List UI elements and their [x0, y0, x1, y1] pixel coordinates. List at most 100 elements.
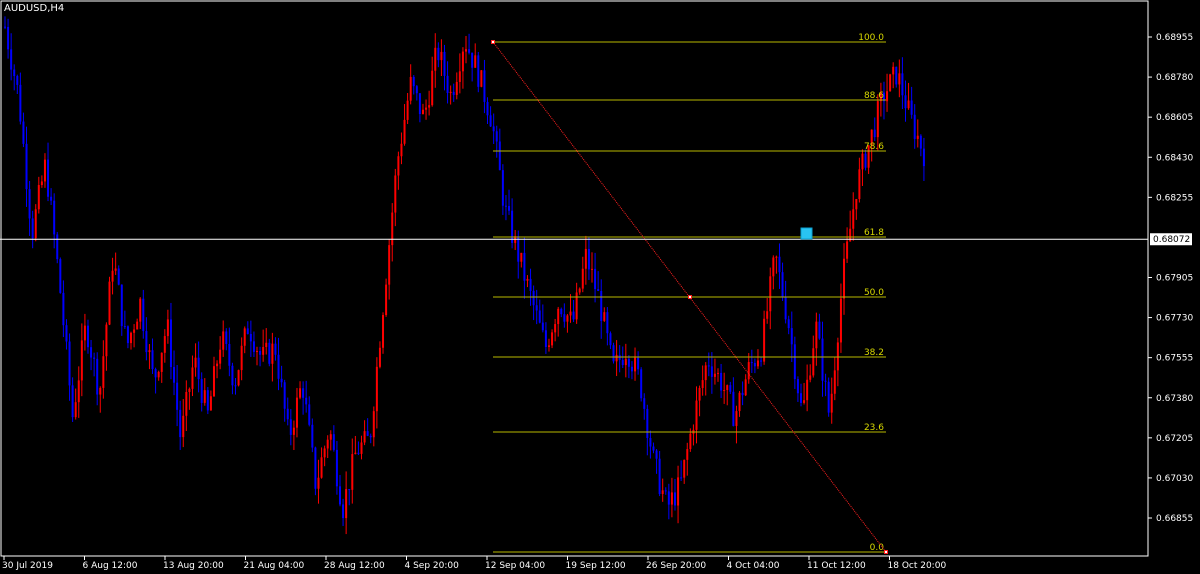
- candle-body: [471, 52, 474, 68]
- candle-body: [701, 380, 704, 389]
- candle-body: [557, 308, 560, 325]
- candle-body: [99, 387, 102, 395]
- candle-body: [861, 153, 864, 170]
- candle-body: [689, 433, 692, 450]
- candle-body: [726, 385, 729, 391]
- time-tick-label: 18 Oct 20:00: [888, 561, 947, 571]
- candle-body: [425, 107, 428, 110]
- symbol-label: AUDUSD,H4: [4, 3, 65, 14]
- candle-body: [495, 131, 498, 142]
- candle-body: [547, 345, 550, 347]
- candle-body: [280, 378, 283, 383]
- candle-body: [10, 49, 13, 70]
- candle-body: [13, 69, 16, 77]
- candle-body: [566, 315, 569, 322]
- candle-body: [136, 321, 139, 330]
- candle-body: [163, 336, 166, 353]
- fib-level-label: 38.2: [864, 348, 884, 358]
- candle-body: [406, 100, 409, 120]
- candle-body: [86, 325, 89, 348]
- candle-body: [231, 365, 234, 386]
- candle-body: [252, 341, 255, 352]
- candle-body: [680, 477, 683, 479]
- candle-body: [517, 236, 520, 262]
- candle-body: [452, 91, 455, 95]
- candle-body: [609, 333, 612, 346]
- price-tick-label: 0.67030: [1156, 474, 1193, 484]
- candle-body: [403, 119, 406, 144]
- candle-body: [461, 51, 464, 72]
- candle-body: [717, 372, 720, 374]
- candle-body: [25, 143, 28, 190]
- candle-body: [130, 332, 133, 344]
- candle-body: [852, 209, 855, 229]
- candle-body: [916, 135, 919, 139]
- candle-body: [664, 490, 667, 492]
- candle-body: [910, 100, 913, 115]
- candle-body: [326, 439, 329, 449]
- time-tick-label: 26 Sep 20:00: [646, 561, 706, 571]
- candle-body: [781, 272, 784, 297]
- trend-anchor-point[interactable]: [688, 295, 692, 299]
- candle-body: [222, 331, 225, 350]
- candle-body: [584, 248, 587, 269]
- candle-body: [176, 382, 179, 410]
- candle-body: [43, 159, 46, 182]
- candle-body: [661, 490, 664, 494]
- candle-body: [787, 319, 790, 329]
- candle-body: [378, 347, 381, 367]
- candle-body: [354, 452, 357, 455]
- candle-body: [803, 400, 806, 403]
- candle-body: [624, 358, 627, 366]
- candle-body: [907, 100, 910, 109]
- signal-marker[interactable]: [800, 227, 813, 240]
- time-tick-label: 12 Sep 04:00: [485, 561, 545, 571]
- candle-body: [434, 47, 437, 71]
- candle-body: [738, 392, 741, 412]
- candle-body: [173, 367, 176, 383]
- candle-body: [895, 66, 898, 85]
- candle-body: [391, 212, 394, 246]
- candle-body: [237, 370, 240, 386]
- candle-body: [311, 424, 314, 448]
- candle-body: [864, 153, 867, 168]
- candle-body: [249, 333, 252, 342]
- candle-body: [62, 292, 65, 326]
- candle-body: [809, 375, 812, 380]
- candle-body: [388, 245, 391, 285]
- candle-body: [750, 362, 753, 364]
- candle-body: [335, 449, 338, 487]
- candle-body: [96, 358, 99, 395]
- candle-body: [526, 278, 529, 281]
- candle-body: [256, 351, 259, 353]
- candle-body: [80, 340, 83, 381]
- candle-body: [246, 328, 249, 334]
- candle-body: [259, 351, 262, 355]
- trend-anchor-point[interactable]: [884, 550, 888, 554]
- fib-level-label: 78.6: [864, 142, 884, 152]
- candle-body: [409, 76, 412, 101]
- candle-body: [148, 350, 151, 353]
- price-chart[interactable]: 100.0 88.6 78.6 61.8 50.0 38.2 23.6 0.0 0.68955…: [0, 0, 1200, 574]
- candle-body: [744, 379, 747, 396]
- candle-body: [520, 252, 523, 262]
- time-tick-label: 11 Oct 12:00: [807, 561, 866, 571]
- candle-body: [418, 93, 421, 115]
- candle-body: [790, 328, 793, 345]
- candle-body: [904, 95, 907, 109]
- candle-body: [821, 338, 824, 381]
- candle-body: [56, 234, 59, 260]
- candle-body: [658, 458, 661, 494]
- candle-body: [22, 121, 25, 144]
- fib-level-label: 23.6: [864, 423, 884, 433]
- candle-body: [747, 362, 750, 380]
- candle-body: [314, 447, 317, 489]
- candle-body: [308, 404, 311, 425]
- candle-body: [449, 91, 452, 93]
- candle-body: [486, 101, 489, 116]
- trend-anchor-point[interactable]: [491, 40, 495, 44]
- candle-body: [37, 185, 40, 210]
- candle-body: [342, 504, 345, 519]
- candle-body: [634, 357, 637, 372]
- candle-body: [428, 105, 431, 108]
